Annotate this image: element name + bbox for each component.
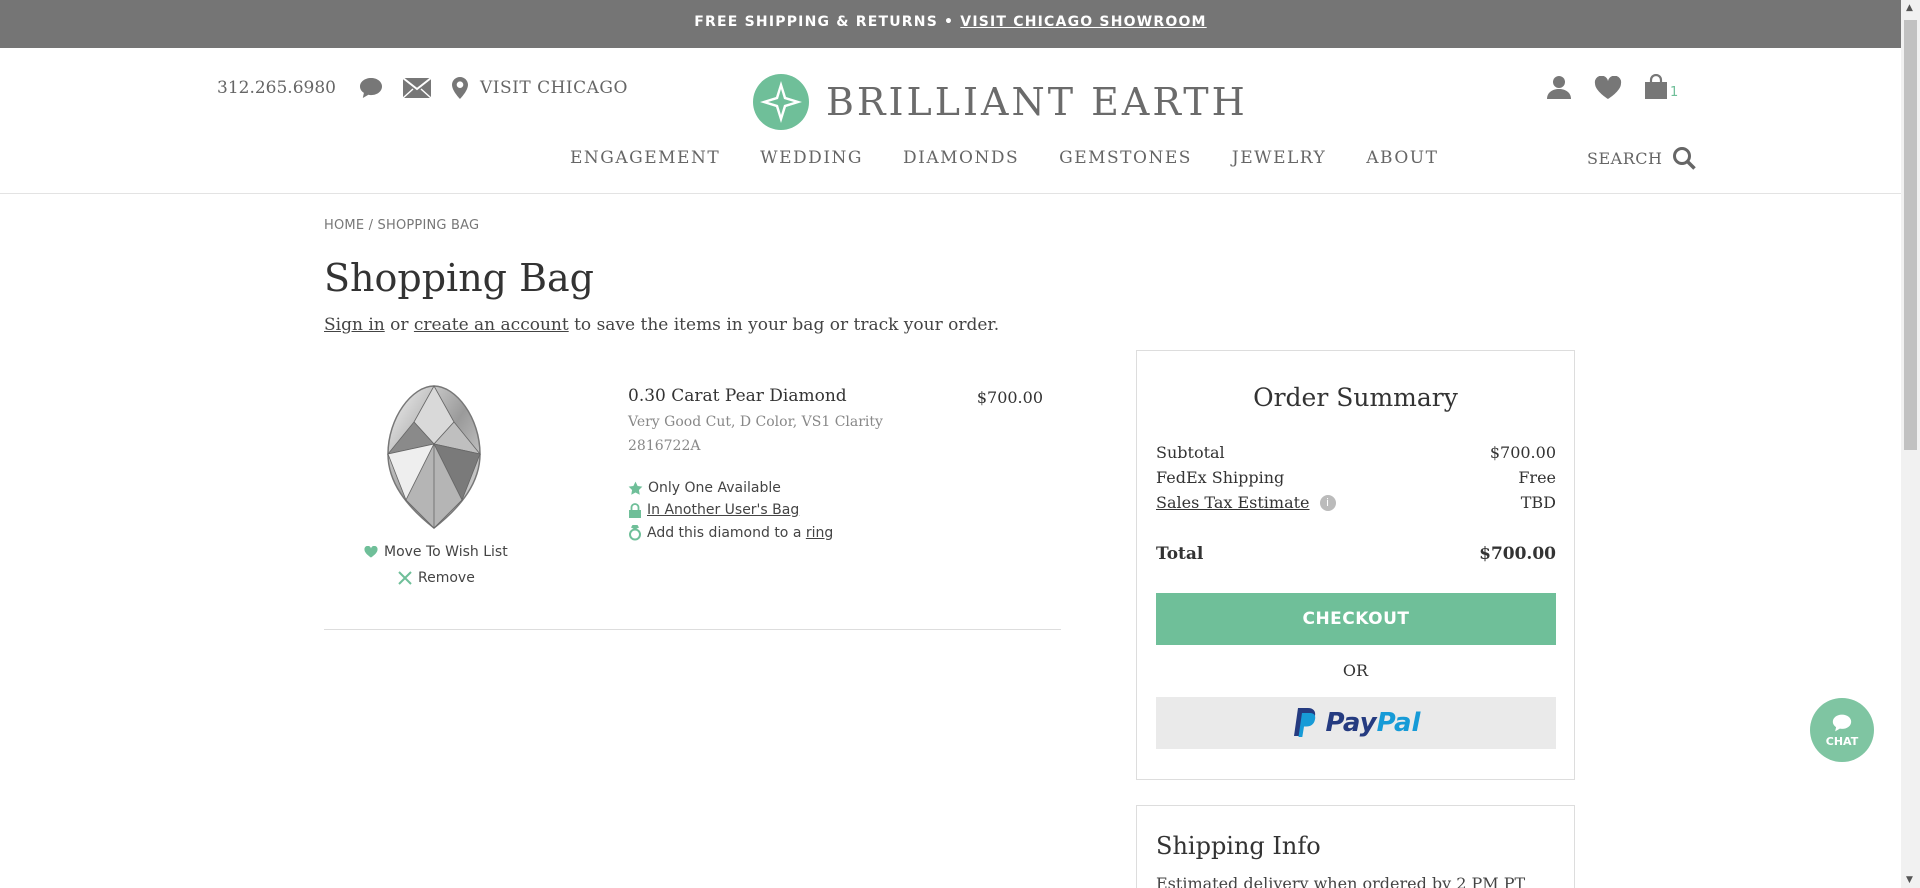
wishlist-label: Move To Wish List — [384, 544, 508, 560]
main-nav: ENGAGEMENT WEDDING DIAMONDS GEMSTONES JE… — [570, 148, 1478, 168]
bag-count-badge: 1 — [1670, 85, 1679, 100]
shipping-info-text: Estimated delivery when ordered by 2 PM … — [1156, 874, 1526, 888]
item-specs: Very Good Cut, D Color, VS1 Clarity — [628, 414, 883, 430]
create-account-link[interactable]: create an account — [414, 315, 569, 335]
or-divider: OR — [1342, 661, 1369, 680]
total-label: Total — [1156, 544, 1204, 564]
move-to-wishlist-button[interactable]: Move To Wish List — [364, 544, 508, 560]
another-bag-link[interactable]: In Another User's Bag — [647, 502, 799, 518]
in-another-bag-status: In Another User's Bag — [628, 502, 799, 518]
add-to-ring-prompt: Add this diamond to a ring — [628, 524, 833, 541]
chat-button[interactable]: CHAT — [1810, 698, 1874, 762]
wishlist-heart-icon[interactable] — [1594, 76, 1622, 100]
brand-mark-icon — [753, 74, 809, 130]
brand-wordmark: BRILLIANT EARTH — [826, 80, 1248, 124]
subtotal-label: Subtotal — [1156, 443, 1225, 462]
item-price: $700.00 — [976, 388, 1043, 407]
cart-item: Move To Wish List Remove 0.30 Carat Pear… — [324, 372, 1061, 630]
signin-prompt: Sign in or create an account to save the… — [324, 315, 999, 335]
nav-wedding[interactable]: WEDDING — [760, 148, 863, 168]
add-to-ring-text: Add this diamond to a — [647, 524, 802, 541]
nav-engagement[interactable]: ENGAGEMENT — [570, 148, 720, 168]
ring-link[interactable]: ring — [806, 525, 833, 541]
availability-status: Only One Available — [628, 480, 781, 496]
remove-item-button[interactable]: Remove — [398, 570, 475, 586]
paypal-text-pay: Pay — [1325, 708, 1377, 738]
shipping-info-panel: Shipping Info Estimated delivery when or… — [1136, 805, 1575, 888]
scroll-up-arrow-icon[interactable]: ▲ — [1906, 3, 1913, 13]
paypal-icon — [1293, 708, 1315, 737]
chat-bubble-icon[interactable] — [358, 76, 384, 100]
search-label: SEARCH — [1587, 148, 1663, 168]
visit-chicago-link[interactable]: VISIT CHICAGO — [480, 78, 628, 98]
diamond-image[interactable] — [384, 382, 484, 532]
visit-showroom-link[interactable]: VISIT CHICAGO SHOWROOM — [960, 14, 1206, 30]
scroll-down-arrow-icon[interactable]: ▼ — [1906, 875, 1913, 885]
remove-label: Remove — [418, 570, 475, 586]
breadcrumb-separator: / — [368, 218, 374, 233]
item-title[interactable]: 0.30 Carat Pear Diamond — [628, 386, 847, 406]
item-sku: 2816722A — [628, 438, 701, 454]
account-icons: 1 — [1546, 74, 1678, 100]
close-icon — [398, 571, 412, 585]
shipping-label: FedEx Shipping — [1156, 468, 1285, 487]
subtotal-row: Subtotal $700.00 — [1156, 443, 1556, 462]
shipping-row: FedEx Shipping Free — [1156, 468, 1556, 487]
signin-or-text: or — [390, 315, 409, 335]
announcement-bar: FREE SHIPPING & RETURNS • VISIT CHICAGO … — [0, 0, 1901, 48]
shopping-bag-icon[interactable] — [1644, 74, 1668, 100]
scrollbar-thumb[interactable] — [1904, 20, 1917, 450]
shipping-info-title: Shipping Info — [1156, 832, 1321, 860]
site-header: 312.265.6980 VISIT CHICAGO BRILLIANT EAR… — [0, 48, 1901, 194]
account-icon[interactable] — [1546, 74, 1572, 100]
nav-diamonds[interactable]: DIAMONDS — [903, 148, 1019, 168]
nav-about[interactable]: ABOUT — [1366, 148, 1438, 168]
nav-jewelry[interactable]: JEWELRY — [1232, 148, 1326, 168]
order-summary-title: Order Summary — [1253, 383, 1458, 412]
subtotal-value: $700.00 — [1489, 443, 1556, 462]
search-toggle[interactable]: SEARCH — [1587, 146, 1697, 170]
tax-value: TBD — [1520, 493, 1556, 512]
chat-label: CHAT — [1825, 734, 1859, 748]
breadcrumb-current: SHOPPING BAG — [377, 218, 480, 233]
ring-icon — [629, 525, 641, 541]
paypal-button[interactable]: Pay Pal — [1156, 697, 1556, 749]
breadcrumb-home[interactable]: HOME — [324, 218, 364, 233]
sign-in-link[interactable]: Sign in — [324, 315, 385, 335]
total-row: Total $700.00 — [1156, 544, 1556, 564]
page-scrollbar[interactable]: ▲ ▼ — [1901, 0, 1920, 888]
heart-icon — [364, 546, 378, 558]
order-summary: Order Summary Subtotal $700.00 FedEx Shi… — [1136, 350, 1575, 780]
contact-bar: 312.265.6980 VISIT CHICAGO — [217, 76, 628, 100]
location-pin-icon[interactable] — [450, 76, 470, 100]
breadcrumb: HOME / SHOPPING BAG — [324, 218, 479, 233]
info-icon[interactable]: i — [1319, 494, 1336, 511]
checkout-button[interactable]: CHECKOUT — [1156, 593, 1556, 645]
shipping-value: Free — [1518, 468, 1556, 487]
page-title: Shopping Bag — [324, 256, 594, 300]
nav-gemstones[interactable]: GEMSTONES — [1059, 148, 1192, 168]
chat-icon — [1832, 714, 1852, 731]
only-one-text: Only One Available — [648, 480, 781, 496]
brand-logo[interactable]: BRILLIANT EARTH — [752, 73, 1248, 131]
lock-icon — [629, 502, 641, 518]
email-icon[interactable] — [402, 77, 432, 99]
announcement-text: FREE SHIPPING & RETURNS • — [694, 14, 955, 30]
star-icon — [628, 481, 643, 495]
tax-row: Sales Tax Estimate i TBD — [1156, 493, 1556, 512]
signin-suffix-text: to save the items in your bag or track y… — [574, 315, 1000, 335]
paypal-text-pal: Pal — [1376, 708, 1421, 738]
phone-number[interactable]: 312.265.6980 — [217, 78, 336, 98]
total-value: $700.00 — [1479, 544, 1556, 564]
sales-tax-link[interactable]: Sales Tax Estimate — [1156, 493, 1310, 512]
search-icon — [1673, 147, 1697, 170]
